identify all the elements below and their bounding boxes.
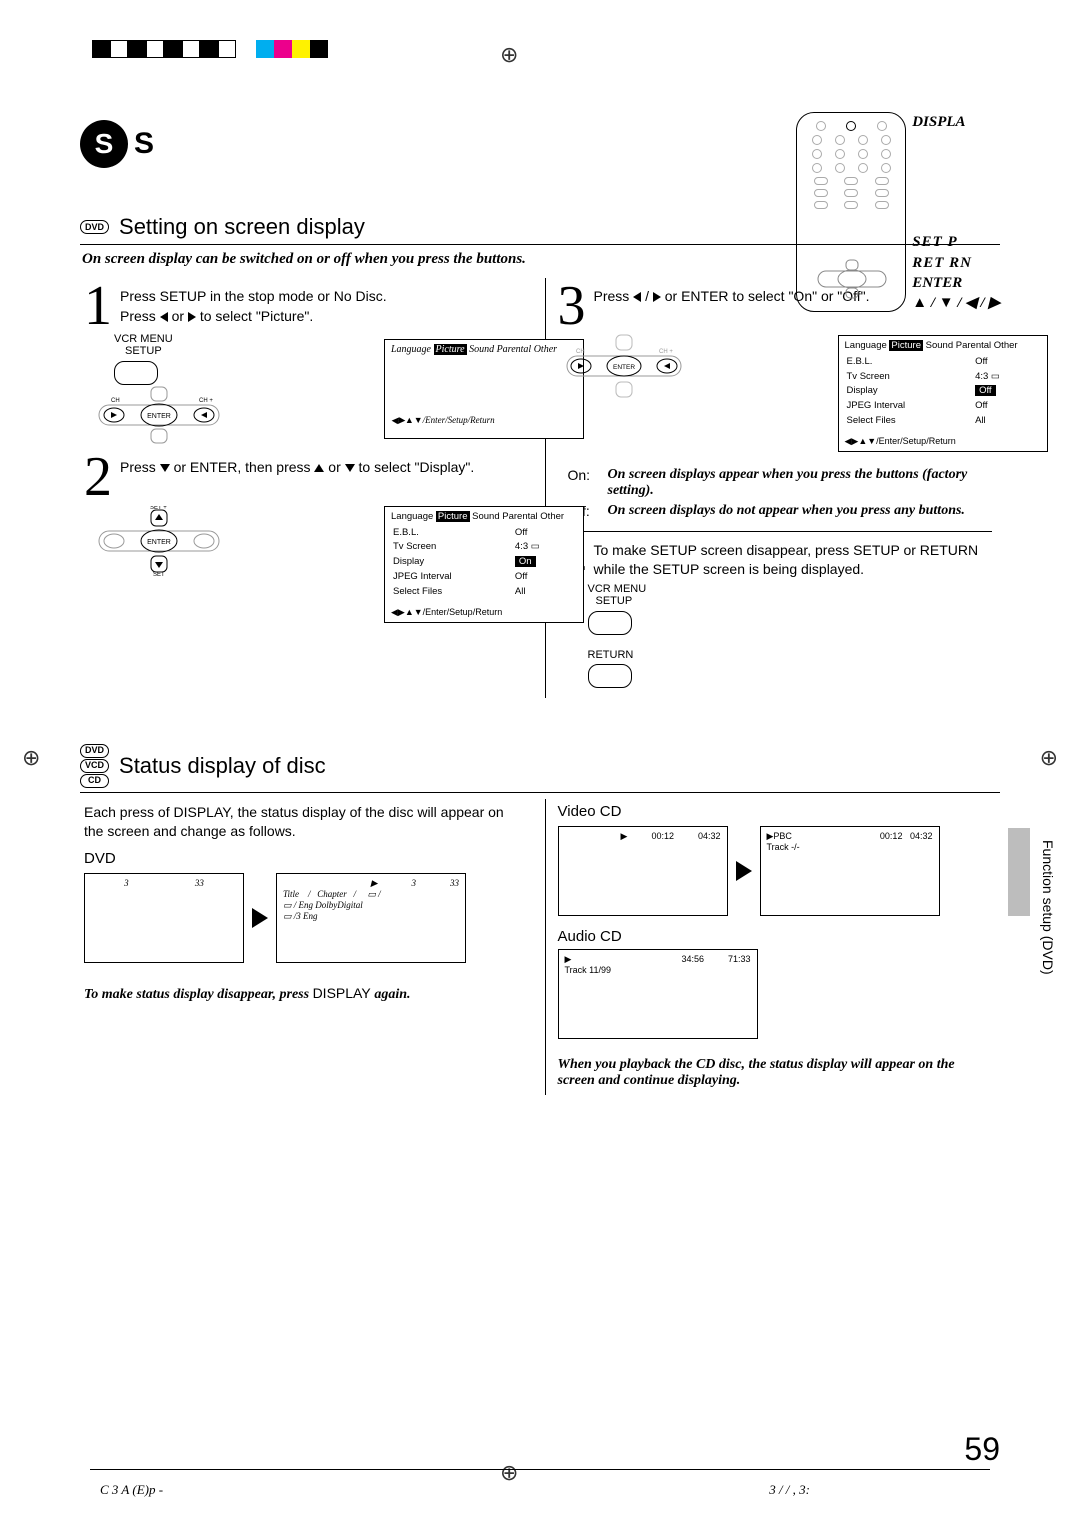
remote-label-arrows: ▲ / ▼ / ◀ / ▶: [912, 293, 1000, 313]
remote-outline: [796, 112, 906, 312]
svg-text:SET +: SET +: [150, 506, 167, 511]
right-arrow-icon: [653, 292, 661, 302]
step1-line1: Press SETUP in the stop mode or No Disc.: [120, 287, 387, 307]
status-intro: Each press of DISPLAY, the status displa…: [84, 803, 519, 842]
vcd-osd-2: ▶PBC 00:12 04:32 Track -/-: [760, 826, 940, 916]
setup-button-icon: [114, 361, 158, 385]
section-side-label: Function setup (DVD): [1040, 840, 1056, 975]
footer-left: C 3 A (E)p -: [100, 1482, 163, 1498]
remote-label-display: DISPLA: [912, 112, 1000, 132]
registration-cross-left: ⊕: [22, 745, 40, 771]
section2-heading: DVD VCD CD Status display of disc: [80, 744, 1000, 793]
svg-text:ENTER: ENTER: [612, 364, 634, 371]
setup-button-icon: [588, 611, 632, 635]
dvd-label: DVD: [84, 850, 519, 867]
step-number: 2: [84, 455, 112, 500]
vcd-label: Video CD: [558, 803, 993, 820]
right-arrow-icon: [188, 312, 196, 322]
step-number: 1: [84, 284, 112, 329]
svg-text:CH: CH: [111, 398, 120, 404]
dvd-status-displays: 3 33 ▶333 Title / Chapter / ▭ / ▭ /: [84, 873, 519, 963]
svg-text:CH: CH: [576, 349, 585, 355]
title-drop-cap: S: [80, 120, 128, 168]
dvd-osd-1: 3 33: [84, 873, 244, 963]
cd-playback-note: When you playback the CD disc, the statu…: [558, 1057, 993, 1089]
registration-cross-bottom: ⊕: [500, 1460, 518, 1486]
vcd-status-displays: ▶ 00:12 04:32 ▶PBC 00:12 04:32 Track -/-: [558, 826, 993, 916]
down-arrow-icon: [160, 464, 170, 472]
direction-pad-icon: ENTER CH CH +: [94, 385, 224, 445]
return-button-icon: [588, 664, 632, 688]
left-arrow-icon: [160, 312, 168, 322]
remote-diagram: DISPLA SET P RET RN ENTER ▲ / ▼ / ◀ / ▶: [796, 112, 1000, 313]
step2-text: Press or ENTER, then press or to select …: [120, 455, 474, 500]
svg-text:ENTER: ENTER: [147, 413, 171, 420]
svg-text:SET: SET: [153, 572, 165, 576]
arrow-right-icon: [736, 861, 752, 881]
direction-pad-icon: ENTER CH CH +: [564, 331, 684, 401]
registration-cross-top: ⊕: [500, 42, 518, 68]
remote-label-return: RET RN: [912, 253, 1000, 273]
step-1: 1 Press SETUP in the stop mode or No Dis…: [84, 284, 519, 329]
osd-menu-step2: Language Picture Sound Parental Other E.…: [384, 506, 584, 623]
svg-text:CH +: CH +: [199, 398, 213, 404]
dvd-osd-2: ▶333 Title / Chapter / ▭ / ▭ / Eng Dolby…: [276, 873, 466, 963]
setup-button-label: VCR MENU SETUP: [114, 333, 173, 389]
up-arrow-icon: [314, 464, 324, 472]
footer-rule: [90, 1469, 990, 1470]
arrow-right-icon: [252, 908, 268, 928]
remote-label-setup: SET P: [912, 232, 1000, 252]
section1-title: Setting on screen display: [119, 214, 365, 240]
acd-label: Audio CD: [558, 928, 993, 945]
step-4: 4 To make SETUP screen disappear, press …: [558, 538, 993, 583]
step1-line2: Press or to select "Picture".: [120, 307, 387, 327]
on-note: On: On screen displays appear when you p…: [568, 467, 993, 499]
vcd-osd-1: ▶ 00:12 04:32: [558, 826, 728, 916]
remote-labels: DISPLA SET P RET RN ENTER ▲ / ▼ / ◀ / ▶: [912, 112, 1000, 313]
title-text: S: [134, 127, 154, 161]
setup-return-buttons: VCR MENU SETUP RETURN: [588, 583, 993, 692]
dvd-badge: DVD: [80, 220, 109, 234]
registration-cross-right: ⊕: [1040, 745, 1058, 771]
remote-label-enter: ENTER: [912, 273, 1000, 293]
page-section-tab: [1008, 828, 1030, 916]
display-again-note: To make status display disappear, press …: [84, 985, 519, 1003]
section2-title: Status display of disc: [119, 753, 326, 779]
cd-badge: CD: [80, 774, 109, 788]
footer-right: 3 / / , 3:: [769, 1482, 810, 1498]
left-arrow-icon: [633, 292, 641, 302]
acd-osd: ▶ 34:56 71:33 Track 11/99: [558, 949, 758, 1039]
step4-text: To make SETUP screen disappear, press SE…: [594, 538, 993, 583]
registration-bar: [92, 40, 328, 58]
step-number: 3: [558, 284, 586, 329]
direction-pad-icon: ENTER SET + SET: [94, 506, 224, 576]
dvd-badge: DVD: [80, 744, 109, 758]
off-note: Off: On screen displays do not appear wh…: [568, 503, 993, 519]
down-arrow-icon: [345, 464, 355, 472]
step-2: 2 Press or ENTER, then press or to selec…: [84, 455, 519, 500]
osd-menu-step1: Language Picture Sound Parental Other ◀▶…: [384, 339, 584, 439]
osd-menu-step3: Language Picture Sound Parental Other E.…: [838, 335, 1048, 452]
svg-text:ENTER: ENTER: [147, 539, 171, 546]
page-number: 59: [964, 1431, 1000, 1468]
vcd-badge: VCD: [80, 759, 109, 773]
svg-text:CH +: CH +: [659, 349, 673, 355]
